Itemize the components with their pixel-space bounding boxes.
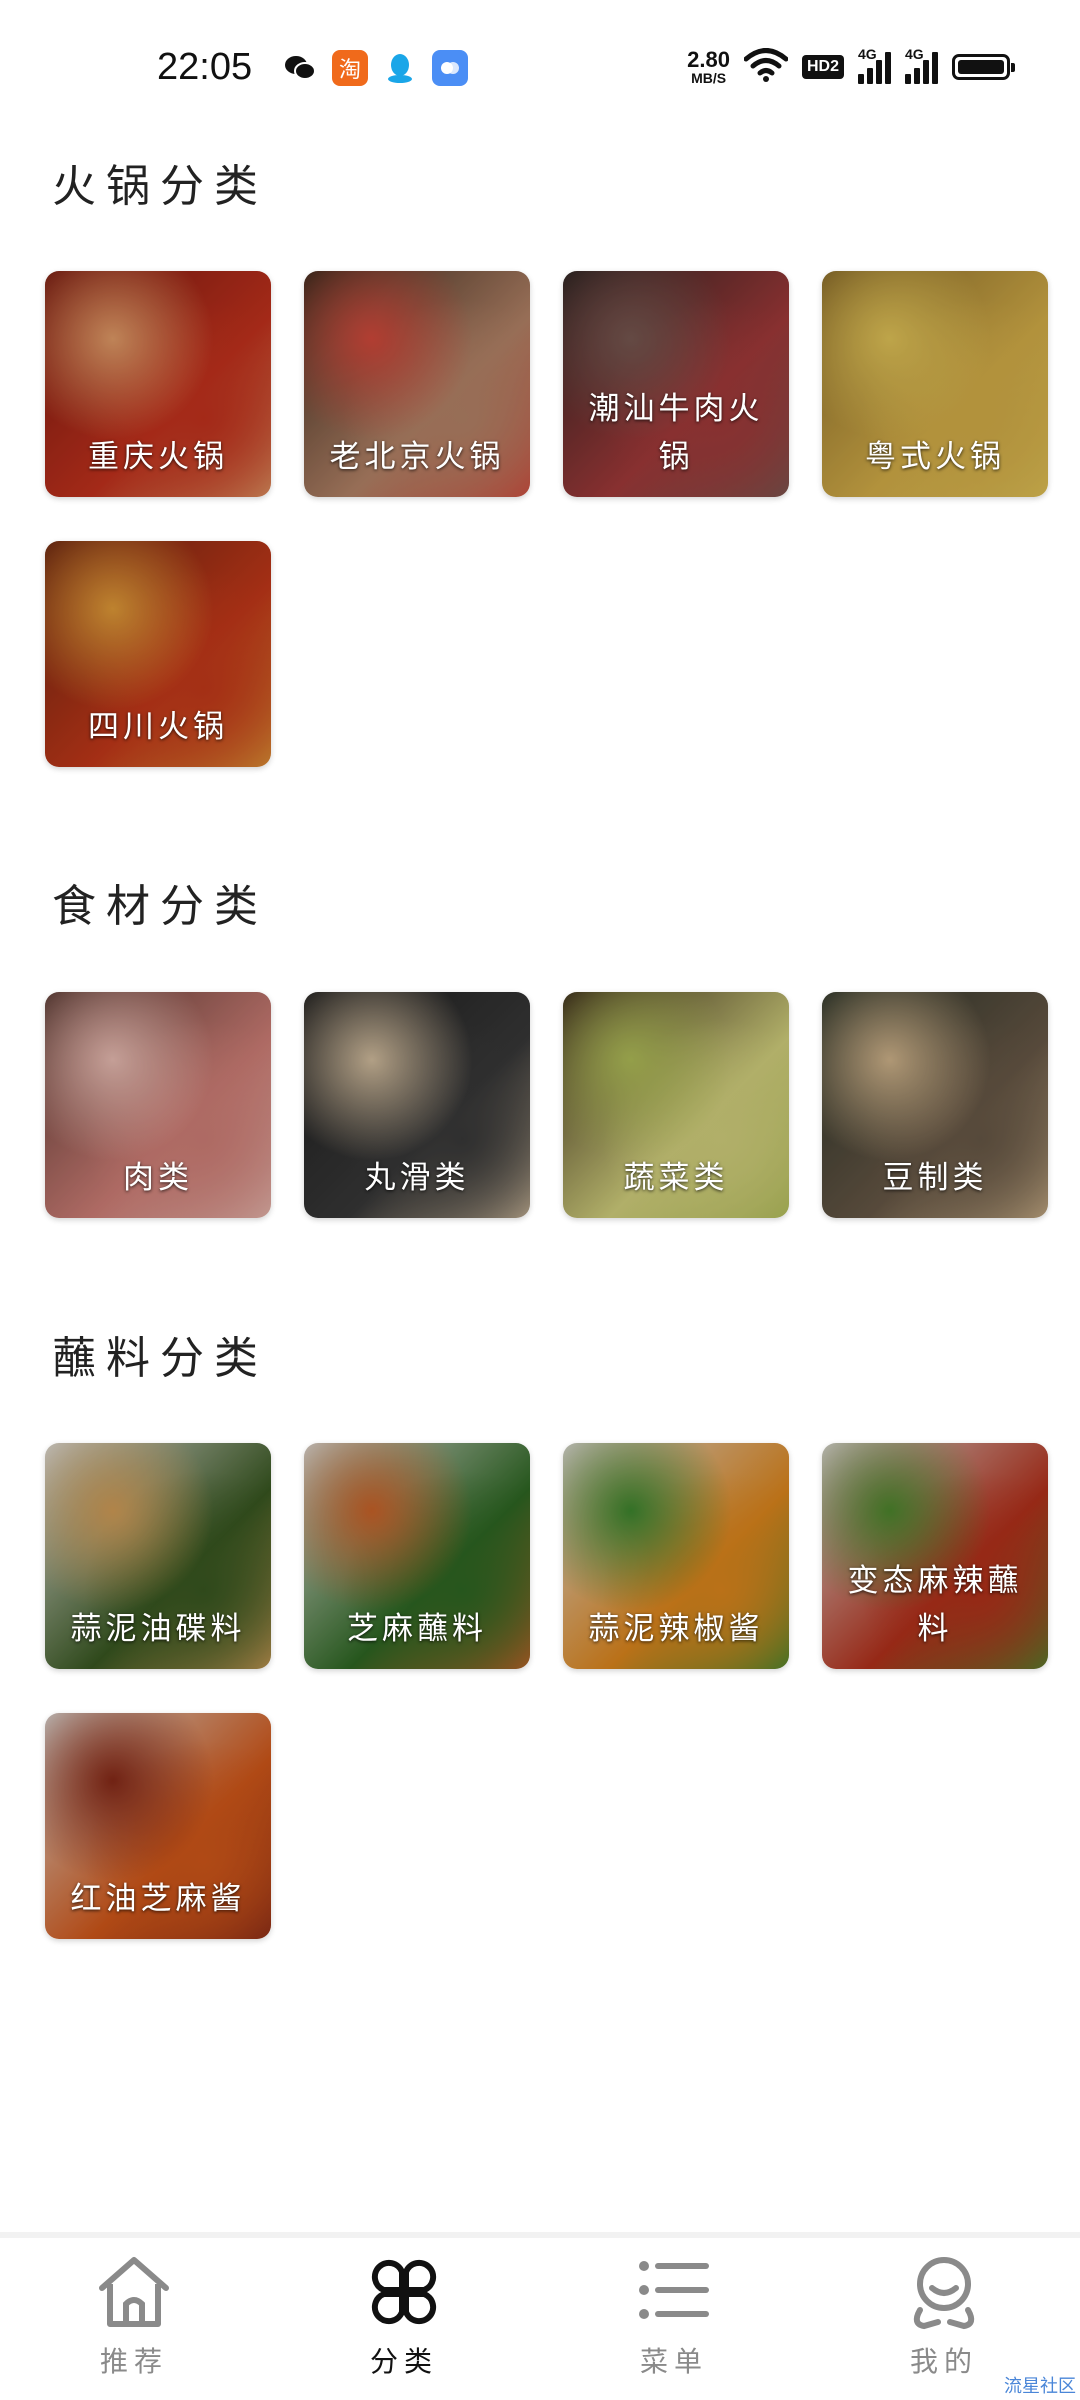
section-title-sauces: 蘸料分类 — [52, 1333, 268, 1384]
category-tile[interactable]: 丸滑类 — [304, 992, 530, 1218]
tile-label: 粤式火锅 — [865, 439, 1005, 475]
taobao-icon: 淘 — [332, 50, 368, 86]
tile-label: 潮汕牛肉火锅 — [588, 391, 764, 475]
category-tile[interactable]: 红油芝麻酱 — [45, 1713, 271, 1939]
category-icon — [364, 2252, 444, 2332]
tile-label: 芝麻蘸料 — [347, 1611, 487, 1647]
signal-1-label: 4G — [858, 46, 877, 62]
tile-label: 红油芝麻酱 — [70, 1881, 246, 1917]
battery-icon — [952, 54, 1015, 80]
bottom-nav: 推荐 分类 菜单 我的 流星社区 — [0, 2232, 1080, 2400]
category-tile[interactable]: 重庆火锅 — [45, 271, 271, 497]
tile-label: 丸滑类 — [364, 1160, 470, 1196]
status-indicators: 2.80 MB/S HD2 4G 4G — [687, 46, 1015, 86]
category-tile[interactable]: 粤式火锅 — [822, 271, 1048, 497]
cloud-icon — [432, 50, 468, 86]
section-title-hotpot: 火锅分类 — [52, 161, 268, 212]
status-time: 22:05 — [157, 46, 253, 88]
net-speed-value: 2.80 — [687, 47, 730, 72]
tile-label: 豆制类 — [882, 1160, 988, 1196]
tile-label: 四川火锅 — [88, 709, 228, 745]
tile-label: 重庆火锅 — [88, 439, 228, 475]
wechat-icon — [282, 50, 318, 86]
tile-label: 蔬菜类 — [623, 1160, 729, 1196]
tile-label: 蒜泥油碟料 — [70, 1611, 246, 1647]
category-tile[interactable]: 蒜泥辣椒酱 — [563, 1443, 789, 1669]
category-tile[interactable]: 潮汕牛肉火锅 — [563, 271, 789, 497]
category-tile[interactable]: 四川火锅 — [45, 541, 271, 767]
status-bar: 22:05 淘 2.80 MB/S HD2 4G 4G — [0, 0, 1080, 130]
signal-2-label: 4G — [905, 46, 924, 62]
category-tile[interactable]: 蒜泥油碟料 — [45, 1443, 271, 1669]
tile-label: 变态麻辣蘸料 — [847, 1563, 1023, 1647]
home-icon — [94, 2252, 174, 2332]
nav-label: 分类 — [369, 2345, 438, 2378]
nav-label: 菜单 — [639, 2345, 708, 2378]
tile-label: 肉类 — [123, 1160, 193, 1196]
wifi-icon — [743, 48, 789, 86]
category-tile[interactable]: 肉类 — [45, 992, 271, 1218]
category-tile[interactable]: 蔬菜类 — [563, 992, 789, 1218]
net-speed: 2.80 MB/S — [687, 47, 730, 86]
category-tile[interactable]: 变态麻辣蘸料 — [822, 1443, 1048, 1669]
tile-label: 蒜泥辣椒酱 — [588, 1611, 764, 1647]
nav-tab-menu[interactable]: 菜单 — [574, 2252, 774, 2380]
category-tile[interactable]: 芝麻蘸料 — [304, 1443, 530, 1669]
hd-badge: HD2 — [801, 55, 844, 79]
qq-icon — [382, 50, 418, 86]
list-icon — [634, 2252, 714, 2332]
nav-tab-profile[interactable]: 我的 — [844, 2252, 1044, 2380]
nav-tab-category[interactable]: 分类 — [304, 2252, 504, 2380]
notification-icons: 淘 — [282, 50, 468, 86]
profile-icon — [904, 2252, 984, 2332]
watermark-text: 流星社区 — [1004, 2376, 1076, 2397]
tile-label: 老北京火锅 — [329, 439, 505, 475]
category-tile[interactable]: 老北京火锅 — [304, 271, 530, 497]
signal-icon-1: 4G — [858, 46, 891, 84]
nav-label: 推荐 — [99, 2345, 168, 2378]
net-speed-unit: MB/S — [691, 70, 727, 86]
nav-tab-recommend[interactable]: 推荐 — [34, 2252, 234, 2380]
section-title-ingredients: 食材分类 — [52, 881, 268, 932]
category-tile[interactable]: 豆制类 — [822, 992, 1048, 1218]
signal-icon-2: 4G — [905, 46, 938, 84]
